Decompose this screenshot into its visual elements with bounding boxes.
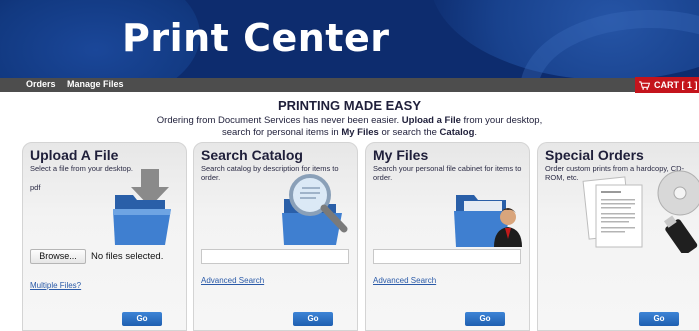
myfiles-search-input[interactable]	[373, 249, 521, 264]
myfiles-go-button[interactable]: Go	[465, 312, 505, 326]
myfiles-title: My Files	[373, 147, 429, 163]
app-title: Print Center	[122, 16, 390, 60]
header-banner: Print Center	[0, 0, 699, 78]
folder-user-icon	[454, 195, 522, 247]
multiple-files-link[interactable]: Multiple Files?	[30, 281, 81, 290]
intro-text-part: or search the	[378, 127, 440, 138]
intro-myfiles-emph: My Files	[341, 127, 379, 138]
nav-manage-files[interactable]: Manage Files	[67, 79, 124, 89]
cart-icon	[639, 80, 650, 90]
folder-magnifier-icon	[282, 174, 348, 245]
intro-upload-emph: Upload a File	[401, 115, 461, 126]
documents-cd-usb-icon	[582, 170, 699, 253]
special-orders-panel: Special Orders Order custom prints from …	[537, 142, 699, 331]
upload-file-type: pdf	[30, 183, 41, 192]
intro-catalog-emph: Catalog	[439, 127, 475, 138]
special-orders-go-button[interactable]: Go	[639, 312, 679, 326]
catalog-advanced-search-link[interactable]: Advanced Search	[201, 276, 264, 285]
top-nav: Orders Manage Files	[0, 78, 699, 92]
myfiles-advanced-search-link[interactable]: Advanced Search	[373, 276, 436, 285]
upload-title: Upload A File	[30, 147, 119, 163]
intro-text-part: search for personal items in	[221, 127, 342, 138]
browse-button[interactable]: Browse...	[30, 249, 86, 264]
catalog-panel: Search Catalog Search catalog by descrip…	[193, 142, 358, 331]
myfiles-panel: My Files Search your personal file cabin…	[365, 142, 530, 331]
special-orders-title: Special Orders	[545, 147, 644, 163]
intro-text: Ordering from Document Services has neve…	[0, 115, 699, 139]
myfiles-description: Search your personal file cabinet for it…	[373, 164, 522, 182]
intro-text-part: .	[474, 127, 478, 138]
cart-label: CART [ 1 ]	[654, 80, 698, 90]
cart-button[interactable]: CART [ 1 ]	[635, 77, 699, 93]
file-selection-status: No files selected.	[91, 251, 164, 262]
upload-panel: Upload A File Select a file from your de…	[22, 142, 187, 331]
catalog-title: Search Catalog	[201, 147, 303, 163]
catalog-search-input[interactable]	[201, 249, 349, 264]
upload-go-button[interactable]: Go	[122, 312, 162, 326]
page-headline: PRINTING MADE EASY	[277, 98, 421, 113]
intro-text-part: from your desktop,	[460, 115, 543, 126]
nav-orders[interactable]: Orders	[26, 79, 56, 89]
folder-download-icon	[113, 169, 171, 245]
catalog-go-button[interactable]: Go	[293, 312, 333, 326]
intro-text-part: Ordering from Document Services has neve…	[156, 115, 402, 126]
